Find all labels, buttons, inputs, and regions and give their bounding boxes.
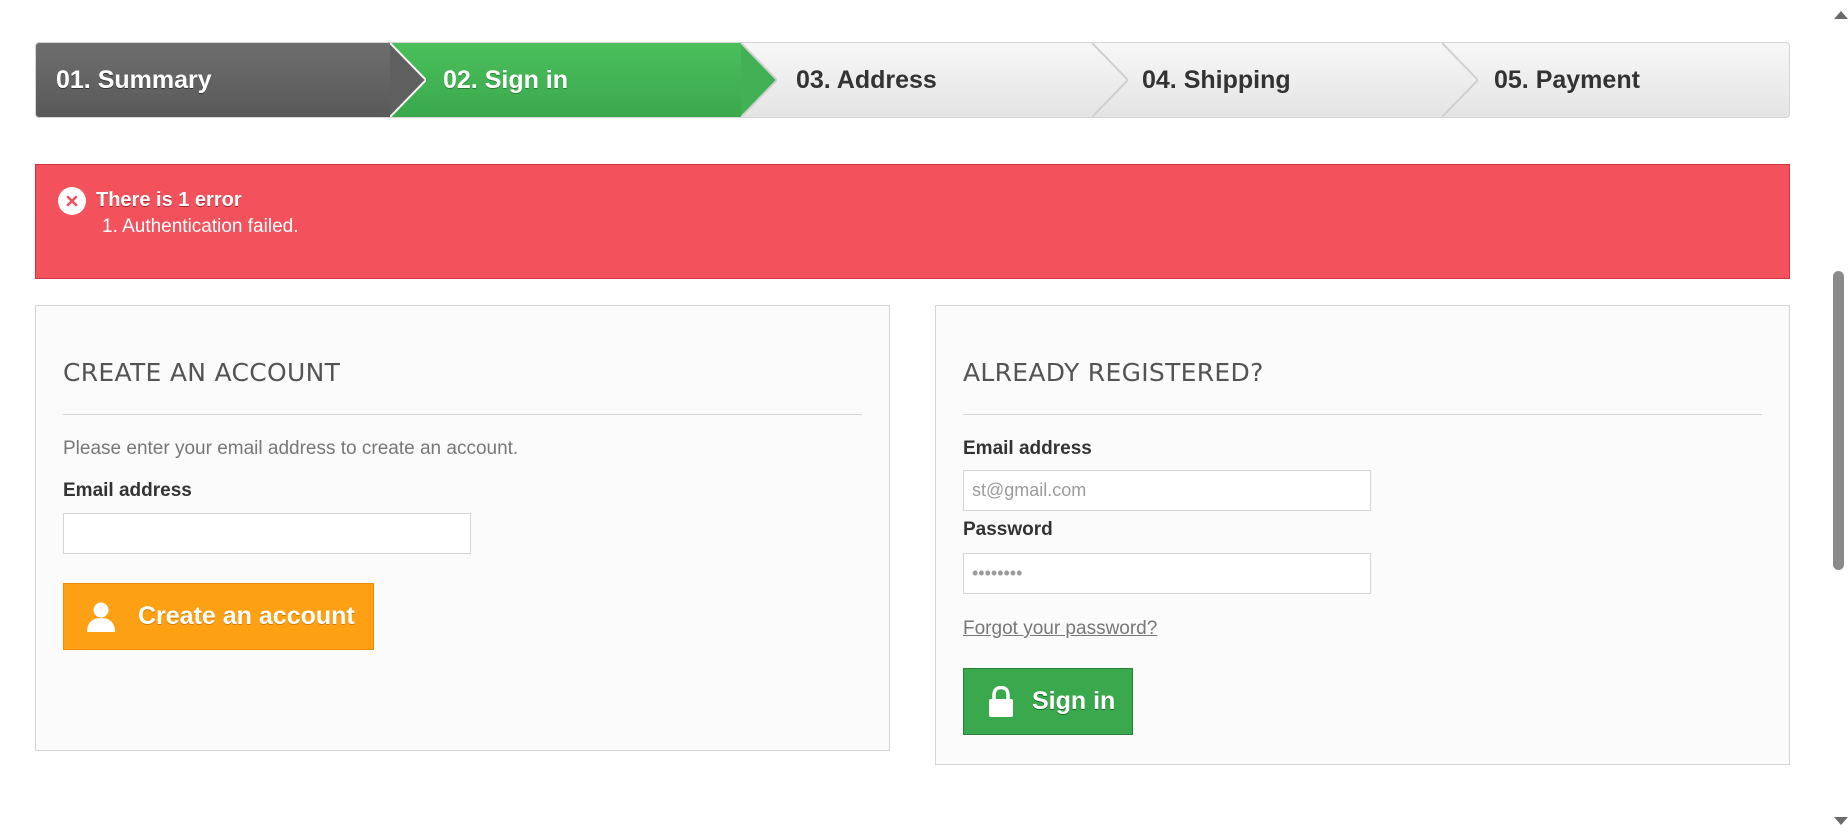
- error-list: 1. Authentication failed.: [102, 216, 298, 238]
- user-icon: [84, 600, 118, 634]
- sign-in-button[interactable]: Sign in: [963, 668, 1133, 735]
- lock-icon: [984, 685, 1018, 719]
- step-sign-in-label: 02. Sign in: [443, 65, 569, 94]
- step-address-label: 03. Address: [796, 65, 937, 94]
- login-email-label: Email address: [963, 438, 1092, 459]
- login-email-input[interactable]: [963, 470, 1371, 511]
- sign-in-button-label: Sign in: [1032, 687, 1116, 715]
- divider: [963, 414, 1762, 415]
- create-account-heading: CREATE AN ACCOUNT: [63, 358, 341, 387]
- step-address[interactable]: 03. Address: [741, 43, 1091, 117]
- create-account-box: CREATE AN ACCOUNT Please enter your emai…: [35, 305, 890, 751]
- create-account-button-label: Create an account: [138, 602, 355, 630]
- scroll-up-icon[interactable]: [1834, 11, 1848, 19]
- login-heading: ALREADY REGISTERED?: [963, 358, 1264, 387]
- step-payment-label: 05. Payment: [1494, 65, 1640, 94]
- scrollbar[interactable]: [1831, 0, 1848, 839]
- step-arrow-icon: [1092, 43, 1128, 117]
- scrollbar-thumb[interactable]: [1833, 271, 1844, 570]
- step-shipping-label: 04. Shipping: [1142, 65, 1291, 94]
- error-title: There is 1 error: [96, 189, 242, 211]
- step-arrow-icon: [741, 43, 777, 117]
- forgot-password-link[interactable]: Forgot your password?: [963, 618, 1157, 640]
- step-shipping[interactable]: 04. Shipping: [1092, 43, 1442, 117]
- error-item: 1. Authentication failed.: [102, 216, 299, 237]
- login-box: ALREADY REGISTERED? Email address Passwo…: [935, 305, 1790, 765]
- password-input[interactable]: [963, 553, 1371, 594]
- create-account-intro: Please enter your email address to creat…: [63, 438, 519, 459]
- step-summary[interactable]: 01. Summary: [36, 43, 391, 117]
- step-sign-in[interactable]: 02. Sign in: [391, 43, 741, 117]
- step-payment[interactable]: 05. Payment: [1442, 43, 1789, 117]
- error-alert: There is 1 error 1. Authentication faile…: [35, 164, 1790, 279]
- close-circle-icon: [58, 187, 86, 215]
- divider: [63, 414, 862, 415]
- checkout-steps: 01. Summary 02. Sign in 03. Address 04. …: [35, 42, 1790, 118]
- step-summary-label: 01. Summary: [56, 65, 212, 94]
- create-email-input[interactable]: [63, 513, 471, 554]
- password-label: Password: [963, 519, 1053, 540]
- create-email-label: Email address: [63, 480, 192, 501]
- scroll-down-icon[interactable]: [1834, 817, 1848, 825]
- step-arrow-icon: [390, 43, 426, 117]
- step-arrow-icon: [1442, 43, 1478, 117]
- create-account-button[interactable]: Create an account: [63, 583, 374, 650]
